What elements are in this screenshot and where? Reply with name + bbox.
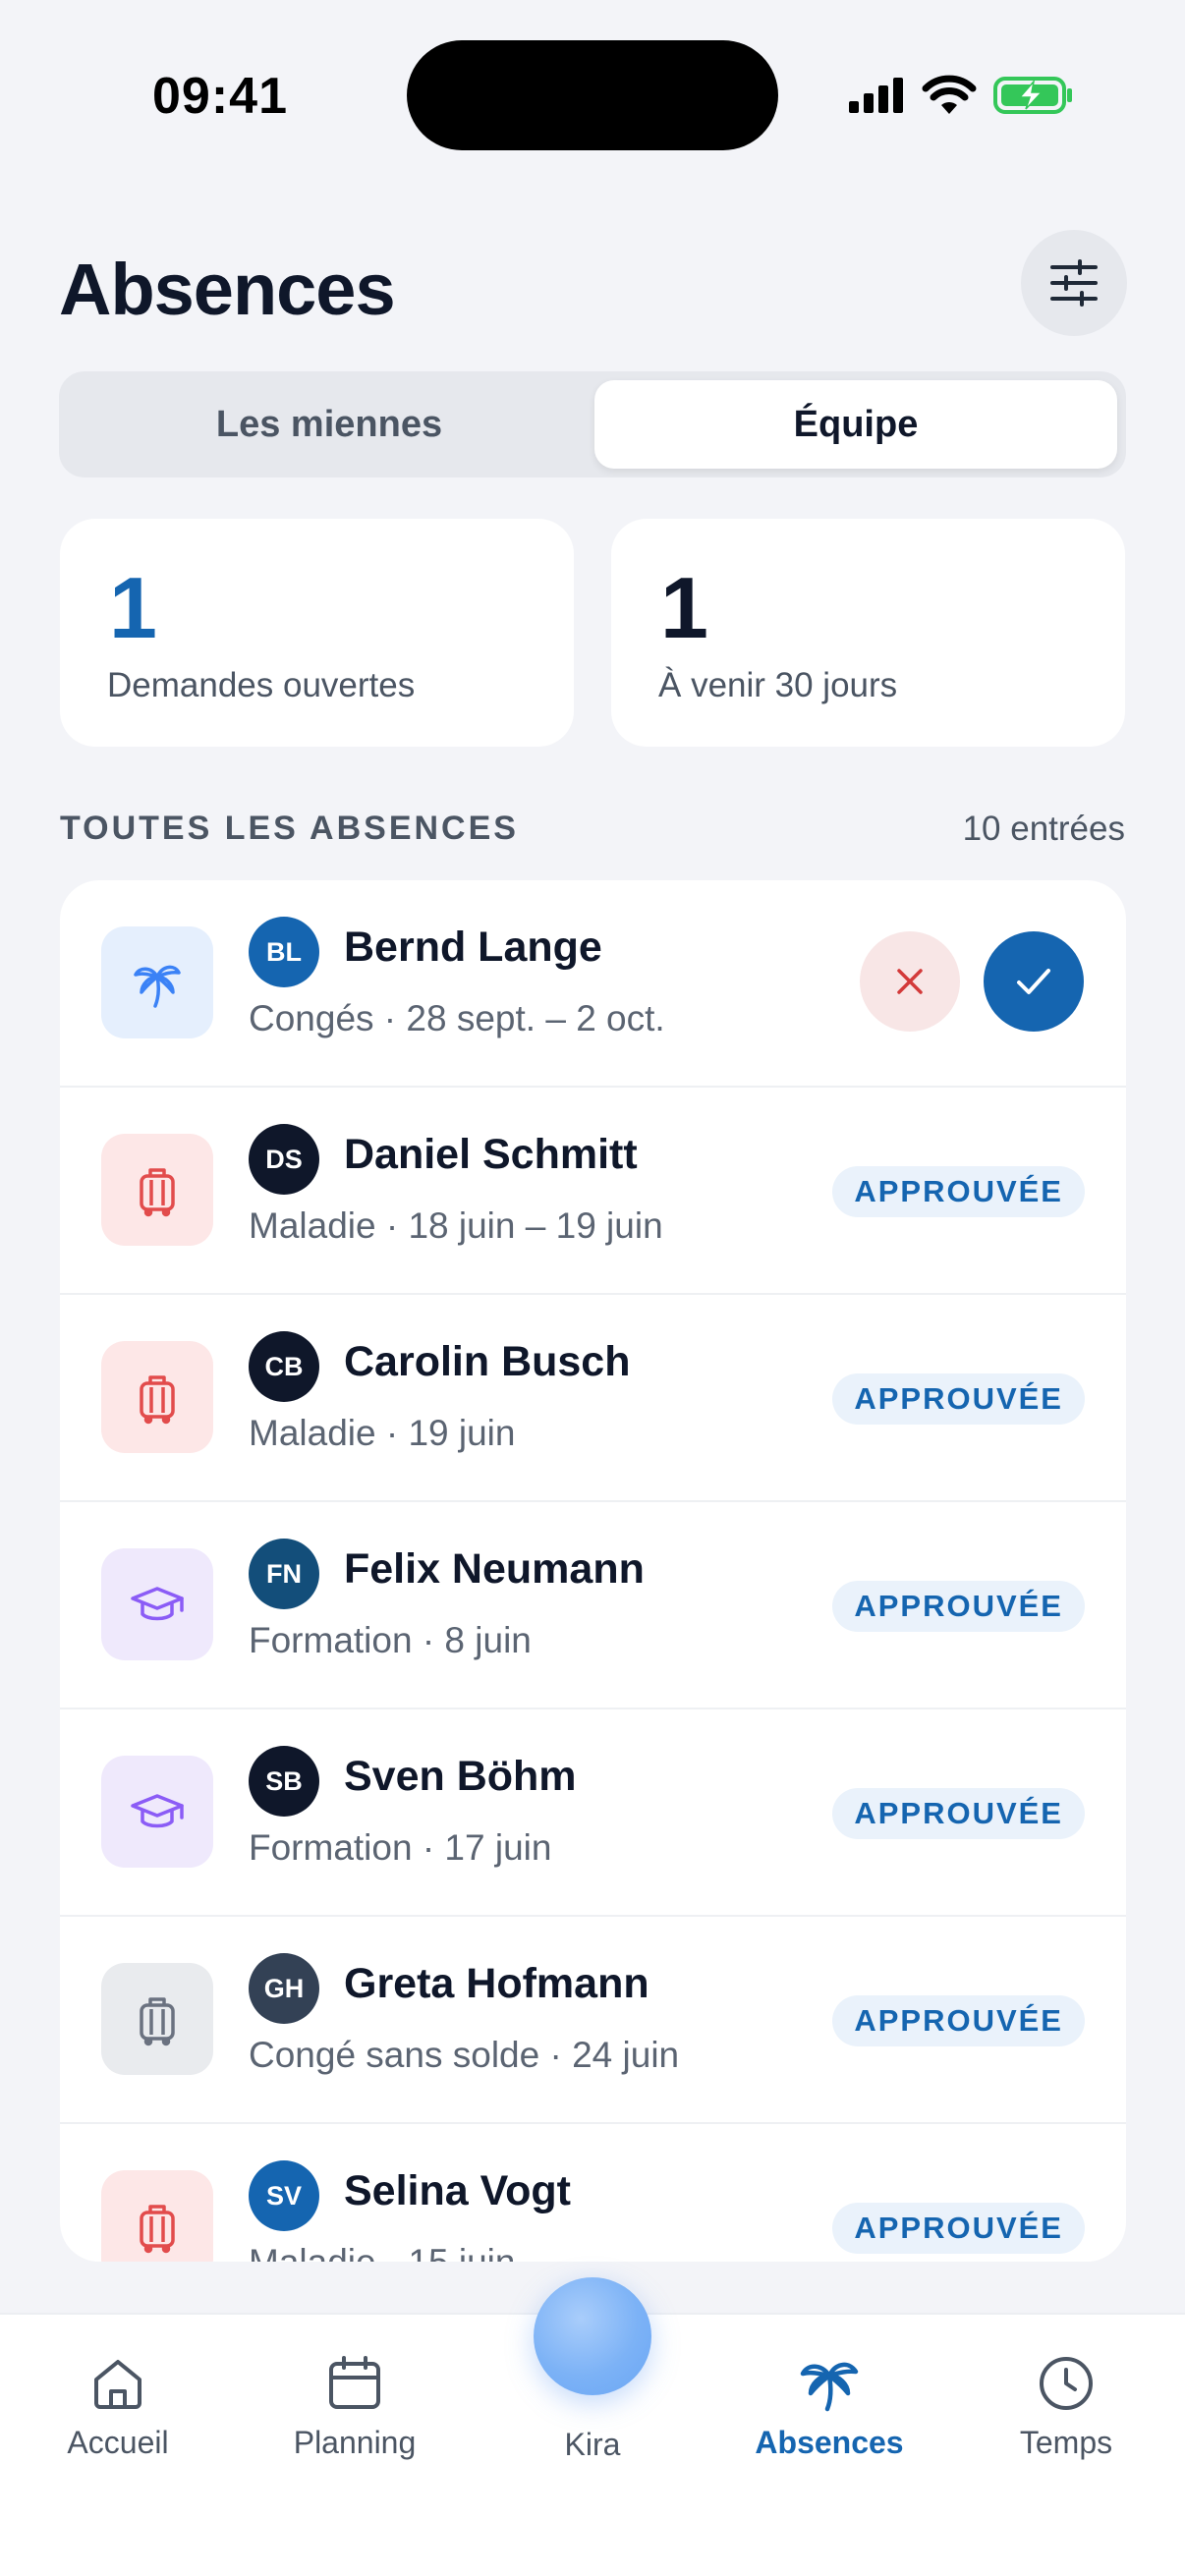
approve-button[interactable] <box>984 931 1084 1032</box>
employee-name: Daniel Schmitt <box>344 1131 638 1178</box>
tab-label: Accueil <box>67 2425 169 2460</box>
kira-assistant-button[interactable] <box>534 2277 651 2395</box>
stat-value: 1 <box>109 559 157 656</box>
absence-detail: Congés · 28 sept. – 2 oct. <box>249 998 665 1038</box>
sliders-icon <box>1050 259 1098 307</box>
status-time: 09:41 <box>152 68 288 125</box>
employee-name: Bernd Lange <box>344 924 602 971</box>
close-icon <box>897 969 923 994</box>
avatar: SB <box>249 1746 319 1817</box>
medical-case-icon <box>140 1168 175 1217</box>
status-badge: APPROUVÉE <box>832 1995 1085 2046</box>
clock-icon <box>1040 2357 1093 2410</box>
avatar: FN <box>249 1539 319 1609</box>
tab-team[interactable]: Équipe <box>594 380 1117 469</box>
home-icon <box>94 2360 141 2409</box>
tab-planning[interactable]: Planning <box>256 2354 453 2461</box>
employee-name: Selina Vogt <box>344 2167 571 2214</box>
avatar: GH <box>249 1953 319 2024</box>
absence-type-badge <box>101 1341 213 1453</box>
absence-detail: Maladie · 18 juin – 19 juin <box>249 1205 663 1246</box>
absence-detail: Maladie · 19 juin <box>249 1413 516 1453</box>
list-item[interactable]: DS Daniel Schmitt Maladie · 18 juin – 19… <box>60 1088 1126 1295</box>
stat-label: À venir 30 jours <box>658 666 898 704</box>
kira-label[interactable]: Kira <box>494 2427 691 2463</box>
avatar: BL <box>249 917 319 987</box>
employee-name: Felix Neumann <box>344 1545 645 1593</box>
palm-tree-icon <box>134 965 181 1008</box>
tab-home[interactable]: Accueil <box>20 2354 216 2461</box>
wifi-icon <box>922 75 977 114</box>
avatar: CB <box>249 1331 319 1402</box>
absence-type-badge <box>101 1548 213 1660</box>
medical-case-icon <box>140 1375 175 1425</box>
page-title: Absences <box>59 249 396 330</box>
cellular-signal-icon <box>849 78 903 113</box>
tab-label: Temps <box>1019 2425 1113 2460</box>
status-badge: APPROUVÉE <box>832 1581 1085 1632</box>
palm-tree-icon <box>800 2362 859 2412</box>
battery-charging-icon <box>993 77 1072 114</box>
absence-type-badge <box>101 1756 213 1868</box>
absence-type-badge <box>101 926 213 1038</box>
tab-mine[interactable]: Les miennes <box>68 380 591 469</box>
absence-list: BL Bernd Lange Congés · 28 sept. – 2 oct… <box>60 880 1126 2262</box>
calendar-icon <box>329 2356 380 2409</box>
absence-detail: Formation · 17 juin <box>249 1827 552 1868</box>
absence-type-badge <box>101 1963 213 2075</box>
stat-label: Demandes ouvertes <box>107 666 416 704</box>
tab-absences[interactable]: Absences <box>731 2354 928 2461</box>
list-item[interactable]: CB Carolin Busch Maladie · 19 juin APPRO… <box>60 1295 1126 1502</box>
stat-value: 1 <box>660 559 708 656</box>
medical-case-icon <box>140 2205 175 2254</box>
tab-label: Absences <box>755 2425 904 2460</box>
absence-type-badge <box>101 2170 213 2262</box>
absence-type-badge <box>101 1134 213 1246</box>
graduation-cap-icon <box>131 1794 184 1828</box>
status-icons <box>847 71 1075 120</box>
tab-time[interactable]: Temps <box>968 2354 1164 2461</box>
status-badge: APPROUVÉE <box>832 1788 1085 1839</box>
stat-card-open-requests[interactable]: 1 Demandes ouvertes <box>60 519 574 747</box>
stat-card-upcoming[interactable]: 1 À venir 30 jours <box>611 519 1125 747</box>
graduation-cap-icon <box>131 1587 184 1621</box>
employee-name: Greta Hofmann <box>344 1960 649 2007</box>
tab-label: Planning <box>293 2425 417 2460</box>
absence-detail: Maladie · 15 juin <box>249 2242 515 2262</box>
employee-name: Sven Böhm <box>344 1753 577 1800</box>
entry-count: 10 entrées <box>962 810 1125 848</box>
list-item[interactable]: BL Bernd Lange Congés · 28 sept. – 2 oct… <box>60 880 1126 1088</box>
checkmark-icon <box>1017 969 1050 994</box>
reject-button[interactable] <box>860 931 960 1032</box>
absence-detail: Congé sans solde · 24 juin <box>249 2035 680 2075</box>
suitcase-icon <box>140 1997 175 2046</box>
section-title: TOUTES LES ABSENCES <box>60 810 519 847</box>
list-item[interactable]: GH Greta Hofmann Congé sans solde · 24 j… <box>60 1917 1126 2124</box>
status-badge: APPROUVÉE <box>832 1166 1085 1217</box>
list-item[interactable]: SV Selina Vogt Maladie · 15 juin APPROUV… <box>60 2124 1126 2262</box>
avatar: SV <box>249 2160 319 2231</box>
absences-screen: 09:41 Absences Les miennes Équipe 1 Dema… <box>0 0 1185 2576</box>
scope-segmented-control: Les miennes Équipe <box>59 371 1126 477</box>
avatar: DS <box>249 1124 319 1195</box>
dynamic-island <box>407 40 778 150</box>
absence-detail: Formation · 8 juin <box>249 1620 532 1660</box>
status-bar: 09:41 <box>0 0 1185 187</box>
status-badge: APPROUVÉE <box>832 2203 1085 2254</box>
list-item[interactable]: FN Felix Neumann Formation · 8 juin APPR… <box>60 1502 1126 1709</box>
filter-button[interactable] <box>1021 230 1127 336</box>
status-badge: APPROUVÉE <box>832 1373 1085 1425</box>
list-item[interactable]: SB Sven Böhm Formation · 17 juin APPROUV… <box>60 1709 1126 1917</box>
employee-name: Carolin Busch <box>344 1338 631 1385</box>
